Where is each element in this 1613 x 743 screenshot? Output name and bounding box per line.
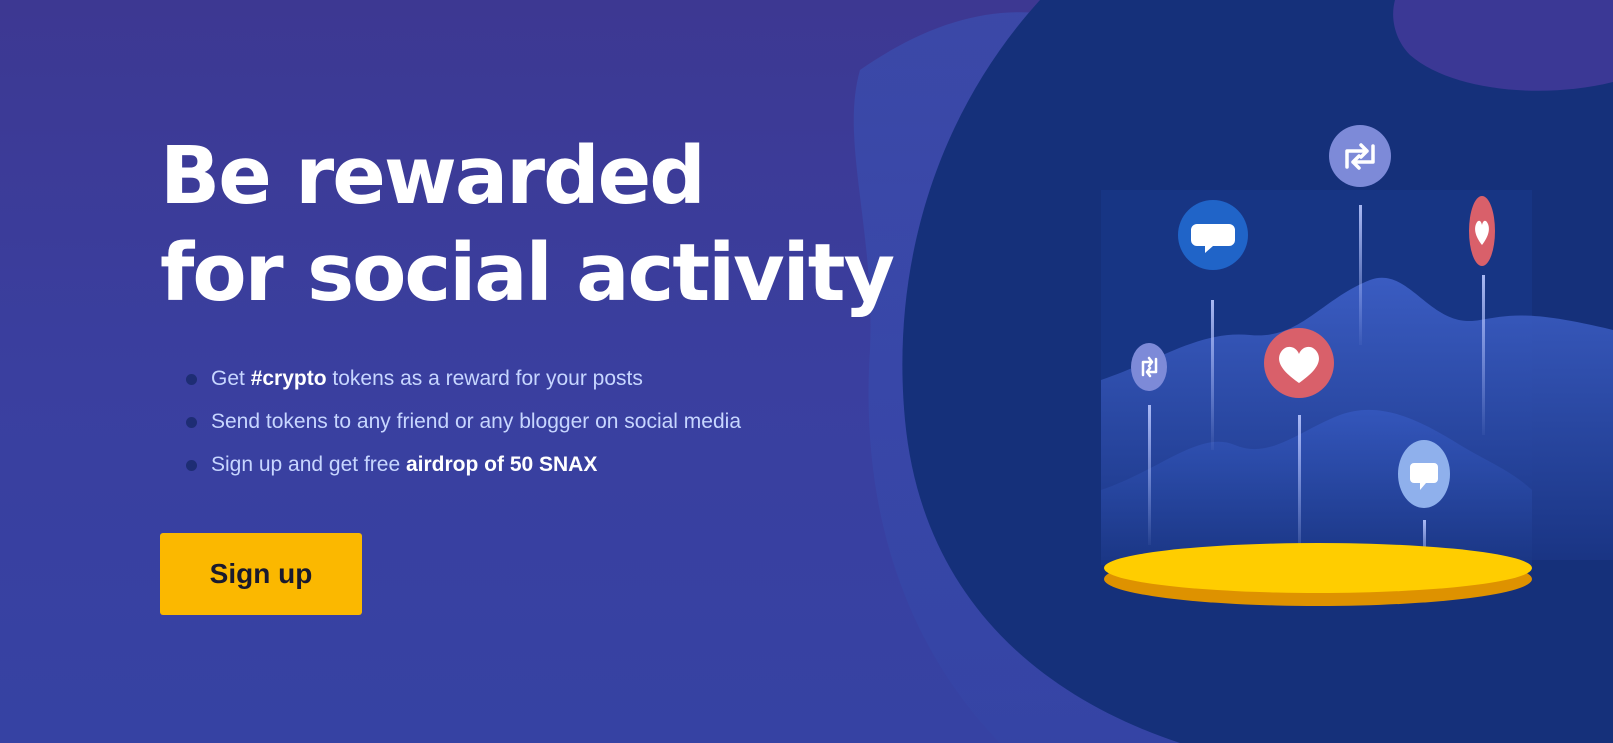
bullet-icon [186, 374, 197, 385]
signup-button[interactable]: Sign up [160, 533, 362, 615]
feature-list: Get #crypto tokens as a reward for your … [186, 362, 880, 491]
feature-text: Get [211, 367, 251, 390]
bullet-icon [186, 417, 197, 428]
bullet-icon [186, 460, 197, 471]
retweet-icon-small [1131, 343, 1167, 391]
comment-bubble-icon-light [1398, 440, 1450, 508]
headline-line-2: for social activity [160, 227, 895, 319]
feature-item: Get #crypto tokens as a reward for your … [186, 362, 880, 405]
platform [1104, 543, 1532, 593]
feature-text: Send tokens to any friend or any blogger… [211, 410, 741, 433]
comment-bubble-icon [1178, 200, 1248, 270]
feature-text: tokens as a reward for your posts [326, 367, 643, 390]
heart-icon [1264, 328, 1334, 398]
feature-highlight: #crypto [250, 367, 327, 390]
feature-item: Sign up and get free airdrop of 50 SNAX [186, 448, 880, 491]
headline-line-1: Be rewarded [160, 130, 706, 222]
retweet-icon [1329, 125, 1391, 187]
hero-headline: Be rewarded for social activity [160, 128, 895, 322]
feature-text: Sign up and get free [211, 453, 406, 476]
hero-content: Be rewarded for social activity Get #cry… [160, 128, 895, 615]
feature-item: Send tokens to any friend or any blogger… [186, 405, 880, 448]
heart-icon-small [1469, 196, 1495, 266]
feature-highlight: airdrop of 50 SNAX [405, 453, 598, 476]
